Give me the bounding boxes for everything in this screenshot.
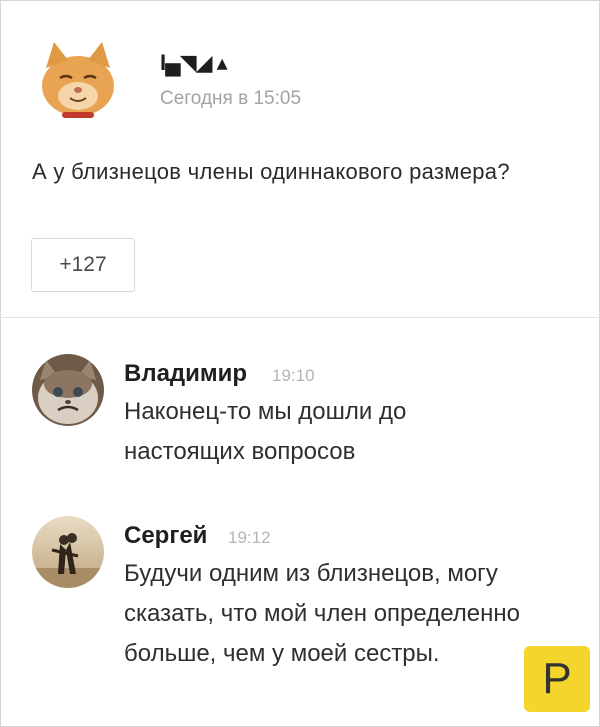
commenter-name[interactable]: Сергей xyxy=(124,522,207,550)
author-avatar[interactable] xyxy=(36,38,120,122)
commenter-avatar[interactable] xyxy=(32,516,104,588)
comment-time[interactable]: 19:10 xyxy=(272,366,315,386)
author-name[interactable]: I▄◥◢ ▴ xyxy=(160,50,228,76)
post-text: А у близнецов члены одиннакового размера… xyxy=(32,159,510,184)
like-button[interactable]: +127 xyxy=(31,238,135,292)
comment-text: Будучи одним из близнецов, могу сказать,… xyxy=(124,560,520,667)
comment-time[interactable]: 19:12 xyxy=(228,528,271,548)
commenter-avatar[interactable] xyxy=(32,354,104,426)
commenter-name[interactable]: Владимир xyxy=(124,360,247,388)
comment: Владимир 19:10 Наконец-то мы дошли до на… xyxy=(0,350,600,480)
comment: Сергей 19:12 Будучи одним из близнецов, … xyxy=(0,512,600,722)
post-timestamp[interactable]: Сегодня в 15:05 xyxy=(160,88,301,110)
comment-text: Наконец-то мы дошли до настоящих вопросо… xyxy=(124,398,407,465)
watermark-logo: P xyxy=(524,646,590,712)
post: I▄◥◢ ▴ Сегодня в 15:05 А у близнецов чле… xyxy=(0,0,600,318)
divider xyxy=(0,317,600,318)
